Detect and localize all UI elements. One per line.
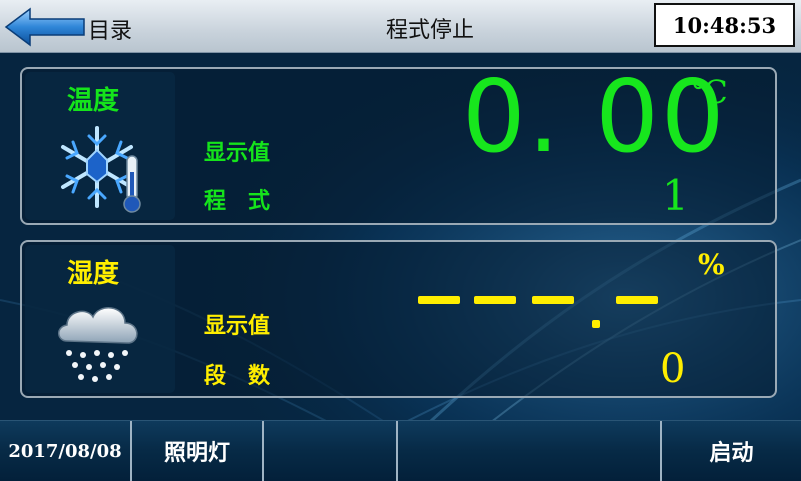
snow-cloud-icon: [58, 307, 138, 382]
humidity-unit: %: [698, 248, 725, 281]
snowflake-thermometer-icon: [61, 126, 141, 213]
humidity-title: 湿度: [67, 259, 120, 289]
date-display: 2017/08/08: [8, 440, 122, 462]
humidity-display-label: 显示值: [204, 313, 271, 339]
temperature-program-value: 1: [662, 171, 689, 220]
footer-empty-area: [398, 421, 660, 481]
lighting-button[interactable]: 照明灯: [132, 421, 262, 481]
clock-display: 10:48:53: [654, 3, 795, 47]
temperature-panel: 温度 显示值 程 式 0. 00 ℃ 1: [20, 67, 777, 225]
dash-segment: [418, 296, 460, 304]
temperature-icon-box: 温度: [25, 72, 175, 220]
dash-segment: [616, 296, 658, 304]
humidity-panel: 湿度 显示值 段 数 % 0: [20, 240, 777, 398]
temperature-title: 温度: [67, 86, 120, 116]
header-bar: 目录 程式停止 10:48:53: [0, 0, 801, 53]
temperature-program-label: 程 式: [204, 188, 271, 214]
footer-bar: 2017/08/08 照明灯 启动: [0, 420, 801, 481]
dash-segment: [532, 296, 574, 304]
temperature-display-value: 0. 00: [462, 58, 727, 175]
temperature-display-label: 显示值: [204, 140, 271, 166]
back-label: 目录: [88, 19, 133, 44]
humidity-segment-label: 段 数: [204, 363, 271, 389]
back-to-menu-button[interactable]: 目录: [4, 4, 144, 48]
dash-segment: [474, 296, 516, 304]
start-button[interactable]: 启动: [662, 421, 801, 481]
humidity-segment-value: 0: [660, 346, 686, 392]
humidity-icon-box: 湿度: [25, 245, 175, 393]
footer-empty-button[interactable]: [264, 421, 396, 481]
page-title: 程式停止: [385, 18, 474, 43]
decimal-point: [592, 320, 600, 328]
back-arrow-icon: [4, 7, 85, 47]
temperature-unit: ℃: [692, 73, 728, 111]
